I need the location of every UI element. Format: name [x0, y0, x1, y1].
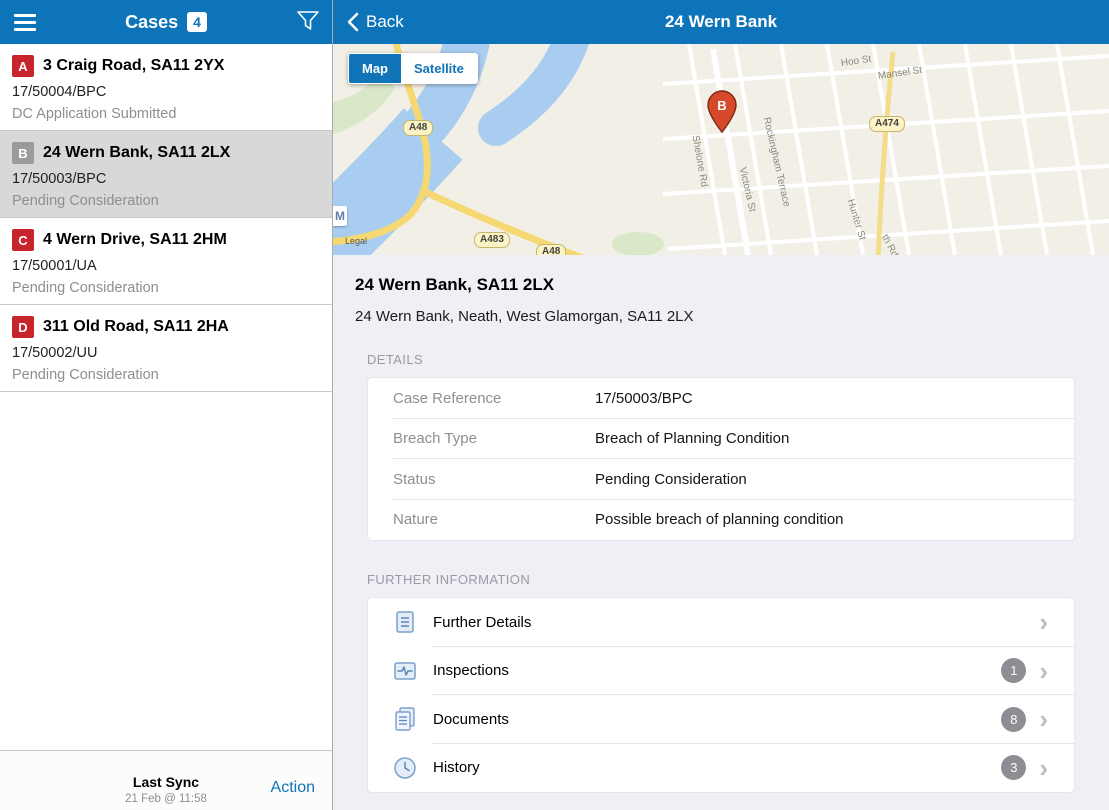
case-row[interactable]: C 4 Wern Drive, SA11 2HM 17/50001/UA Pen… [0, 218, 332, 305]
legal-link[interactable]: Legal [345, 236, 367, 246]
case-detail-panel: Back 24 Wern Bank Hoo St Mansel St Rocki… [333, 0, 1109, 810]
detail-body: 24 Wern Bank, SA11 2LX 24 Wern Bank, Nea… [333, 255, 1109, 810]
detail-row-value: Possible breach of planning condition [595, 511, 844, 529]
count-badge: 3 [1001, 755, 1027, 781]
documents-row[interactable]: Documents 8 › [368, 695, 1074, 744]
inspections-icon [392, 658, 418, 684]
back-button[interactable]: Back [347, 12, 404, 32]
case-letter-badge: B [12, 142, 34, 164]
map-logo: M [333, 206, 347, 226]
details-card: Case Reference 17/50003/BPC Breach Type … [367, 377, 1075, 541]
map-canvas[interactable]: Hoo St Mansel St Rockingham Terrace Vict… [333, 44, 1109, 255]
menu-icon[interactable] [14, 10, 36, 35]
detail-row-value: 17/50003/BPC [595, 389, 693, 407]
chevron-right-icon: › [1039, 752, 1048, 783]
case-address: 24 Wern Bank, SA11 2LX [43, 144, 231, 161]
action-button[interactable]: Action [271, 779, 315, 797]
case-reference: 17/50001/UA [12, 258, 97, 274]
further-info-section-label: FURTHER INFORMATION [367, 572, 531, 587]
detail-row-label: Status [393, 470, 436, 488]
case-list: A 3 Craig Road, SA11 2YX 17/50004/BPC DC… [0, 44, 332, 392]
case-reference: 17/50002/UU [12, 345, 98, 361]
case-count-badge: 4 [187, 12, 207, 32]
chevron-right-icon: › [1039, 607, 1048, 638]
details-section-label: DETAILS [367, 352, 424, 367]
info-row-label: Inspections [433, 662, 509, 680]
case-row[interactable]: D 311 Old Road, SA11 2HA 17/50002/UU Pen… [0, 305, 332, 392]
back-chevron-icon [347, 12, 359, 32]
road-badge: A48 [403, 120, 434, 136]
sidebar-title-group: Cases 4 [40, 12, 292, 33]
detail-row-label: Breach Type [393, 430, 477, 448]
chevron-right-icon: › [1039, 655, 1048, 686]
case-address: 4 Wern Drive, SA11 2HM [43, 231, 227, 248]
sidebar-footer: Last Sync 21 Feb @ 11:58 Action [0, 750, 332, 810]
marker-label: B [717, 98, 726, 113]
back-label: Back [366, 12, 404, 31]
info-row-label: Further Details [433, 613, 532, 631]
case-reference: 17/50004/BPC [12, 84, 107, 100]
case-letter-badge: C [12, 229, 34, 251]
info-row-label: History [433, 759, 480, 777]
case-status: DC Application Submitted [12, 106, 177, 122]
case-heading: 24 Wern Bank, SA11 2LX [355, 275, 555, 294]
further-details-icon [392, 609, 418, 635]
history-row[interactable]: History 3 › [368, 744, 1074, 793]
detail-row-label: Case Reference [393, 389, 502, 407]
documents-icon [392, 706, 418, 732]
detail-row: Status Pending Consideration [368, 459, 1074, 500]
road-badge: A48 [536, 244, 567, 255]
further-details-row[interactable]: Further Details › [368, 598, 1074, 647]
road-badge: A483 [474, 232, 510, 248]
case-full-address: 24 Wern Bank, Neath, West Glamorgan, SA1… [355, 308, 694, 325]
case-letter-badge: A [12, 55, 34, 77]
road-badge: A474 [869, 116, 905, 132]
detail-row: Nature Possible breach of planning condi… [368, 500, 1074, 541]
cases-sidebar: Cases 4 A 3 Craig Road, SA11 2YX 17/5000… [0, 0, 333, 810]
filter-icon[interactable] [297, 11, 319, 37]
inspections-row[interactable]: Inspections 1 › [368, 647, 1074, 696]
detail-row-label: Nature [393, 511, 439, 529]
detail-header: Back 24 Wern Bank [333, 0, 1109, 44]
sidebar-title: Cases [125, 11, 179, 32]
case-reference: 17/50003/BPC [12, 171, 107, 187]
detail-row: Case Reference 17/50003/BPC [368, 378, 1074, 419]
further-info-card: Further Details › Inspections 1 › Docume… [367, 597, 1075, 793]
detail-row-value: Pending Consideration [595, 470, 747, 488]
map-marker-b[interactable]: B [707, 90, 737, 139]
case-status: Pending Consideration [12, 280, 159, 296]
app-window: Cases 4 A 3 Craig Road, SA11 2YX 17/5000… [0, 0, 1109, 810]
chevron-right-icon: › [1039, 704, 1048, 735]
case-status: Pending Consideration [12, 193, 159, 209]
satellite-view-button[interactable]: Satellite [401, 54, 477, 83]
case-status: Pending Consideration [12, 367, 159, 383]
map-view-button[interactable]: Map [349, 54, 401, 83]
count-badge: 8 [1001, 706, 1027, 732]
case-row[interactable]: A 3 Craig Road, SA11 2YX 17/50004/BPC DC… [0, 44, 332, 131]
case-row[interactable]: B 24 Wern Bank, SA11 2LX 17/50003/BPC Pe… [0, 131, 332, 218]
case-letter-badge: D [12, 316, 34, 338]
detail-row: Breach Type Breach of Planning Condition [368, 419, 1074, 460]
info-row-label: Documents [433, 710, 509, 728]
count-badge: 1 [1001, 658, 1027, 684]
history-clock-icon [392, 755, 418, 781]
detail-title: 24 Wern Bank [664, 12, 778, 31]
case-address: 3 Craig Road, SA11 2YX [43, 57, 225, 74]
detail-row-value: Breach of Planning Condition [595, 430, 790, 448]
case-address: 311 Old Road, SA11 2HA [43, 318, 229, 335]
map-type-control: Map Satellite [348, 53, 478, 84]
sidebar-header: Cases 4 [0, 0, 332, 44]
